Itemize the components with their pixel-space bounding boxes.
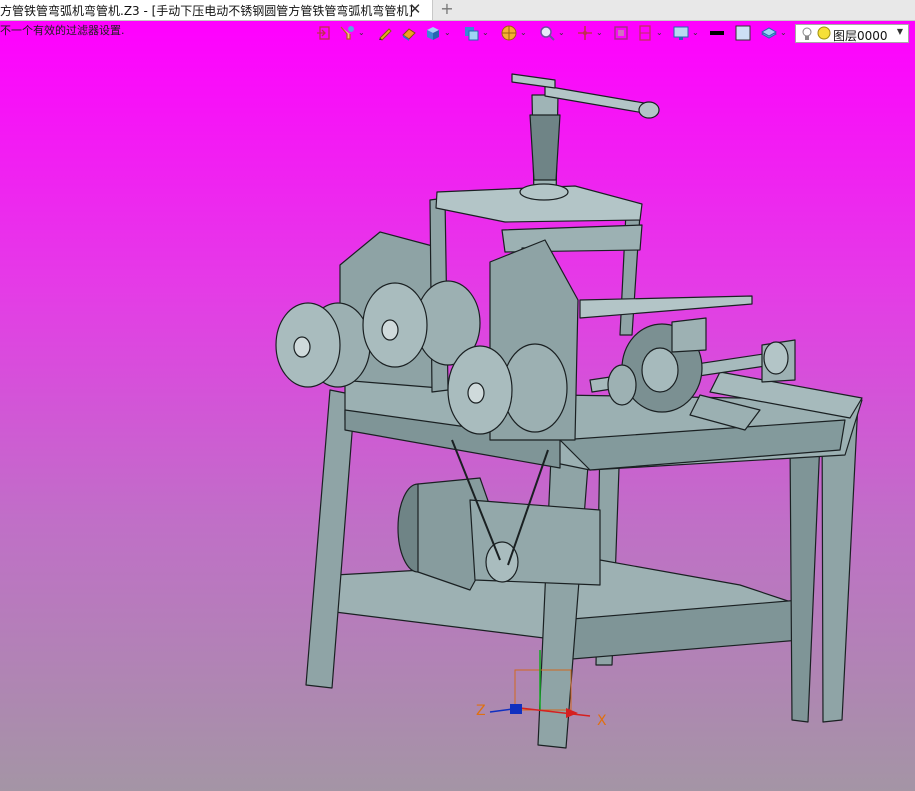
axis-triad [489,650,591,718]
bearing-left [607,364,637,406]
layer-value: 图层0000 [833,29,888,43]
bearing-block-top [671,317,707,353]
bending-machine-model [275,73,863,749]
zoom-icon[interactable] [538,24,558,44]
pointer-arm [579,295,753,319]
close-icon[interactable]: ✕ [407,0,423,18]
press-handle-knob [638,101,660,119]
render-mode-icon[interactable] [500,24,520,44]
color-swatch-icon[interactable] [734,24,754,44]
view-orient-icon[interactable] [462,24,482,44]
layer-manager-icon[interactable] [760,24,780,44]
chevron-down-icon[interactable]: ⌄ [482,29,489,37]
pan-icon[interactable] [576,24,596,44]
roller-left-hub [293,336,311,358]
axis-z-label: Z [476,703,486,719]
lightbulb-icon [802,26,831,40]
chevron-down-icon[interactable]: ⌄ [520,29,527,37]
press-handle-bar [544,85,651,115]
roller-top-hub [381,319,399,341]
chevron-down-icon[interactable]: ⌄ [692,29,699,37]
front-leg-left [305,389,356,689]
gear-hub [641,347,679,393]
chevron-down-icon[interactable]: ▼ [897,27,903,36]
document-tab-bar: 方管铁管弯弧机弯管机.Z3 - [手动下压电动不锈钢圆管方管铁管弯弧机弯管机] … [0,0,915,21]
filter-select-icon[interactable] [338,24,358,44]
eraser-icon[interactable] [400,24,420,44]
document-tab[interactable]: 方管铁管弯弧机弯管机.Z3 - [手动下压电动不锈钢圆管方管铁管弯弧机弯管机] … [0,0,433,20]
chevron-down-icon[interactable]: ⌄ [444,29,451,37]
roller-front-hub [467,382,485,404]
rear-leg-left [789,439,821,723]
layer-dropdown[interactable]: 图层0000 ▼ [795,24,909,43]
spring-upper [529,114,561,181]
document-tab-title: 方管铁管弯弧机弯管机.Z3 - [手动下压电动不锈钢圆管方管铁管弯弧机弯管机] [0,4,413,18]
fit-screen-icon[interactable] [612,24,632,44]
press-handle-tbar [511,73,556,89]
axis-x-label: X [597,713,607,729]
line-style-icon[interactable] [708,24,728,44]
press-collar [519,183,569,201]
chevron-down-icon[interactable]: ⌄ [596,29,603,37]
chevron-down-icon[interactable]: ⌄ [780,29,787,37]
exit-icon[interactable] [316,24,336,44]
3d-viewport[interactable]: X Z [0,21,915,791]
chevron-down-icon[interactable]: ⌄ [358,29,365,37]
roller-front-back [502,343,568,433]
new-tab-button[interactable]: + [439,0,455,18]
monitor-icon[interactable] [672,24,692,44]
bearing-right-hub [763,341,789,375]
filter-hint-text: 不一个有效的过滤器设置. [0,24,125,37]
cube-display-icon[interactable] [424,24,444,44]
pen-icon[interactable] [376,24,396,44]
chevron-down-icon[interactable]: ⌄ [558,29,565,37]
section-icon[interactable] [636,24,656,44]
chevron-down-icon[interactable]: ⌄ [656,29,663,37]
